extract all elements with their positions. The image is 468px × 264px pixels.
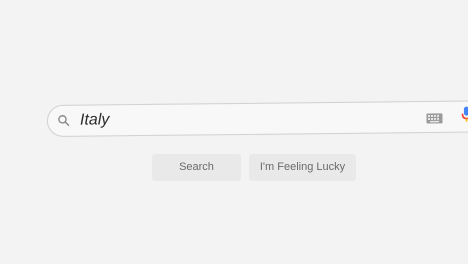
feeling-lucky-button[interactable]: I'm Feeling Lucky	[249, 154, 356, 181]
search-page: Italy Search I'm Feeling Lucky	[0, 0, 468, 264]
microphone-icon[interactable]	[461, 106, 468, 124]
search-button[interactable]: Search	[152, 154, 241, 181]
search-box[interactable]: Italy	[46, 100, 468, 137]
keyboard-icon[interactable]	[426, 111, 443, 124]
search-input[interactable]: Italy	[80, 111, 110, 129]
search-icon	[57, 114, 71, 128]
